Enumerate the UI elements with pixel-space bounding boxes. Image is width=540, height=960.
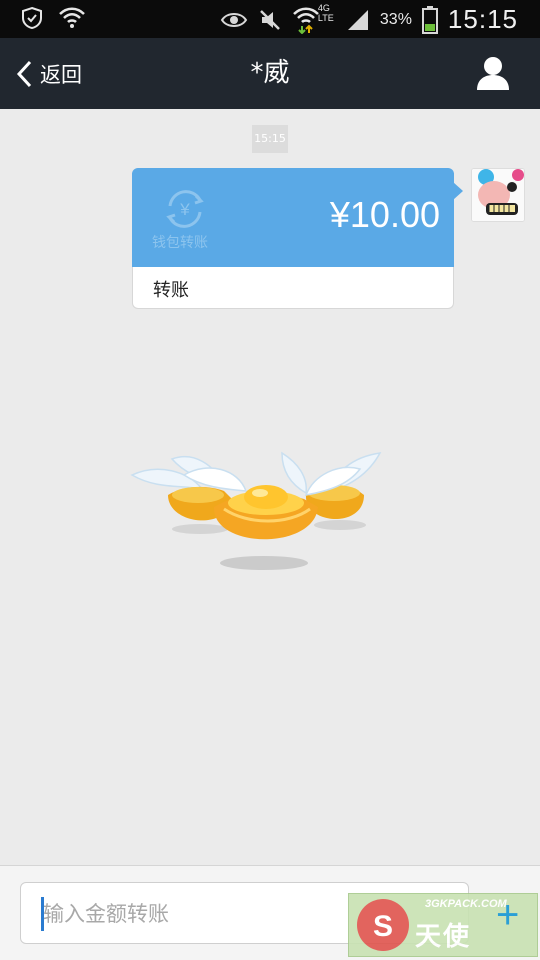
wifi-icon	[59, 7, 85, 28]
add-button[interactable]: +	[496, 893, 519, 938]
battery-percent: 33%	[379, 10, 412, 28]
transfer-bubble-header: ¥ 钱包转账 ¥10.00	[132, 168, 454, 267]
svg-text:S: S	[373, 910, 393, 943]
status-left-icons	[20, 6, 86, 30]
status-bar: 4G LTE 33% 15:15	[0, 0, 540, 38]
chat-header: 返回 *威	[0, 38, 540, 109]
transfer-message-bubble[interactable]: ¥ 钱包转账 ¥10.00 转账	[132, 168, 463, 309]
network-type-text: 4G LTE	[317, 2, 334, 23]
cell-signal-icon	[347, 9, 368, 30]
avatar-image	[472, 169, 524, 221]
status-right-icons: 4G LTE 33% 15:15	[220, 2, 518, 35]
watermark-url: 3GKPACK.COM	[425, 898, 507, 910]
message-timestamp: 15:15	[252, 125, 288, 153]
mute-icon	[260, 9, 280, 30]
amount-input-placeholder: 输入金额转账	[43, 902, 169, 926]
status-time: 15:15	[447, 4, 518, 34]
eye-icon	[220, 12, 248, 27]
wallet-transfer-icon: ¥	[166, 190, 204, 228]
avatar[interactable]	[471, 168, 525, 222]
shield-icon	[22, 6, 42, 30]
wallet-transfer-label: 钱包转账	[152, 235, 208, 251]
profile-button[interactable]	[476, 55, 510, 91]
transfer-amount: ¥10.00	[329, 194, 440, 235]
transfer-bubble-footer: 转账	[132, 267, 454, 309]
watermark-logo: S	[357, 899, 409, 951]
flying-ingots-illustration	[130, 451, 382, 570]
battery-icon	[421, 5, 438, 34]
person-icon	[477, 57, 509, 90]
bubble-tail	[453, 182, 463, 200]
page-title: *威	[250, 58, 290, 88]
svg-text:¥: ¥	[179, 200, 190, 219]
transfer-caption: 转账	[153, 280, 189, 301]
wifi-signal-icon: 4G LTE	[292, 2, 336, 34]
watermark-brand: 天使	[415, 922, 472, 952]
